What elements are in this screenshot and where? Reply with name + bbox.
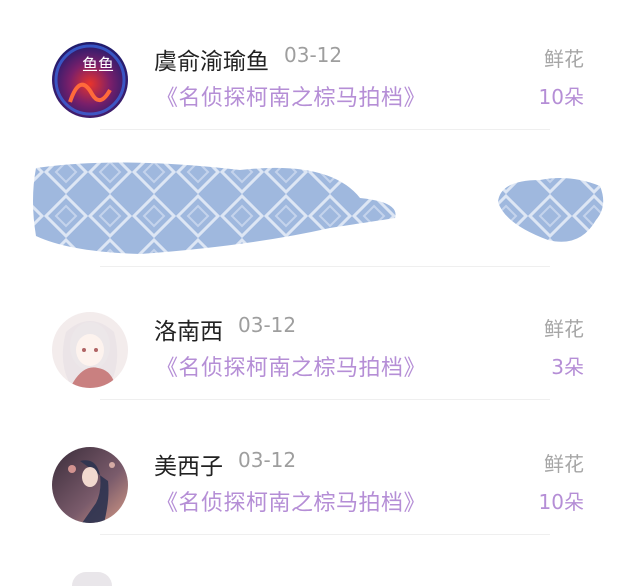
- user-name[interactable]: 美西子: [154, 447, 223, 481]
- gift-count: 10朵: [538, 490, 584, 514]
- list-item[interactable]: 洛南西 03-12 《名侦探柯南之棕马拍档》 鲜花 3朵: [0, 270, 640, 405]
- gift-count: 10朵: [538, 85, 584, 109]
- list-item[interactable]: 美西子 03-12 《名侦探柯南之棕马拍档》 鲜花 10朵: [0, 405, 640, 540]
- gift-label: 鲜花: [544, 317, 584, 341]
- date: 03-12: [284, 43, 343, 67]
- book-title[interactable]: 《名侦探柯南之棕马拍档》: [156, 80, 426, 112]
- book-title[interactable]: 《名侦探柯南之棕马拍档》: [156, 350, 426, 382]
- date: 03-12: [238, 313, 297, 337]
- avatar[interactable]: [72, 572, 112, 586]
- redacted-region: [0, 150, 640, 270]
- gift-label: 鲜花: [544, 47, 584, 71]
- list-item[interactable]: 鱼鱼 虞俞渝瑜鱼 03-12 《名侦探柯南之棕马拍档》 鲜花 10朵: [0, 0, 640, 135]
- avatar[interactable]: [52, 312, 128, 388]
- divider: [100, 534, 550, 535]
- divider: [100, 266, 550, 267]
- svg-text:鱼鱼: 鱼鱼: [82, 55, 114, 74]
- user-name[interactable]: 虞俞渝瑜鱼: [154, 42, 269, 76]
- book-title[interactable]: 《名侦探柯南之棕马拍档》: [156, 485, 426, 517]
- date: 03-12: [238, 448, 297, 472]
- gift-count: 3朵: [551, 355, 584, 379]
- divider: [100, 129, 550, 130]
- avatar[interactable]: [52, 447, 128, 523]
- avatar[interactable]: 鱼鱼: [52, 42, 128, 118]
- divider: [100, 399, 550, 400]
- user-name[interactable]: 洛南西: [154, 312, 223, 346]
- gift-label: 鲜花: [544, 452, 584, 476]
